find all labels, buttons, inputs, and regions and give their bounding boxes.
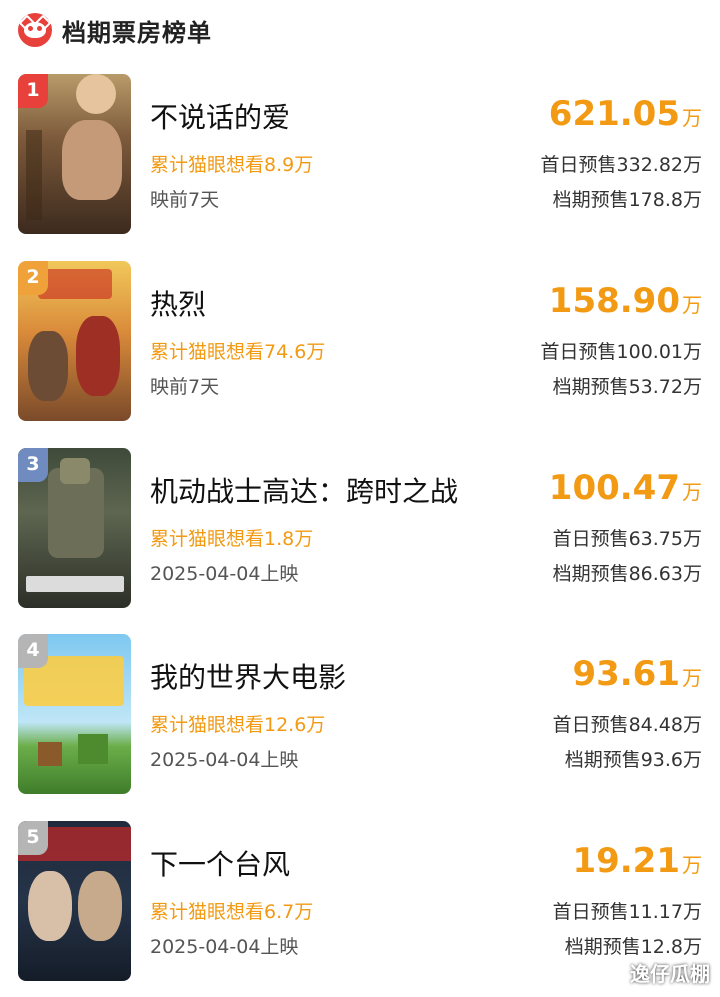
first-day-presale: 首日预售11.17万: [552, 901, 702, 923]
box-office-value: 158.90: [548, 281, 680, 321]
want-to-watch-count: 累计猫眼想看6.7万: [150, 901, 314, 923]
rank-badge: 4: [18, 634, 48, 668]
movie-item[interactable]: 2 热烈 累计猫眼想看74.6万 映前7天 158.90 万 首日预售100.0…: [18, 261, 708, 421]
release-info: 2025-04-04上映: [150, 936, 299, 958]
first-day-presale: 首日预售63.75万: [552, 528, 702, 550]
rank-badge: 2: [18, 261, 48, 295]
movie-item[interactable]: 4 我的世界大电影 累计猫眼想看12.6万 2025-04-04上映 93.61…: [18, 634, 708, 794]
want-to-watch-count: 累计猫眼想看1.8万: [150, 528, 314, 550]
release-info: 2025-04-04上映: [150, 563, 299, 585]
movie-item[interactable]: 3 机动战士高达：跨时之战 累计猫眼想看1.8万 2025-04-04上映 10…: [18, 448, 708, 608]
movie-item[interactable]: 1 不说话的爱 累计猫眼想看8.9万 映前7天 621.05 万 首日预售332…: [18, 74, 708, 234]
box-office-value: 93.61: [572, 654, 680, 694]
movie-title[interactable]: 下一个台风: [150, 843, 290, 883]
movie-title[interactable]: 热烈: [150, 283, 206, 323]
period-presale: 档期预售86.63万: [552, 563, 702, 585]
box-office: 158.90 万: [549, 281, 702, 321]
box-office-value: 100.47: [548, 468, 680, 508]
box-office-unit: 万: [682, 666, 702, 690]
box-office: 19.21 万: [572, 841, 702, 881]
want-to-watch-count: 累计猫眼想看12.6万: [150, 714, 326, 736]
box-office-unit: 万: [682, 853, 702, 877]
rank-badge: 1: [18, 74, 48, 108]
movie-title[interactable]: 我的世界大电影: [150, 656, 346, 696]
want-to-watch-count: 累计猫眼想看74.6万: [150, 341, 326, 363]
movie-title[interactable]: 机动战士高达：跨时之战: [150, 470, 458, 510]
movie-poster[interactable]: 5: [18, 821, 131, 981]
period-presale: 档期预售12.8万: [564, 936, 702, 958]
header: 档期票房榜单: [18, 10, 212, 50]
movie-poster[interactable]: 4: [18, 634, 131, 794]
first-day-presale: 首日预售84.48万: [552, 714, 702, 736]
period-presale: 档期预售178.8万: [552, 189, 702, 211]
box-office-unit: 万: [682, 293, 702, 317]
box-office: 621.05 万: [549, 94, 702, 134]
maoyan-logo-icon: [18, 13, 52, 47]
first-day-presale: 首日预售100.01万: [540, 341, 702, 363]
release-info: 2025-04-04上映: [150, 749, 299, 771]
period-presale: 档期预售93.6万: [564, 749, 702, 771]
movie-poster[interactable]: 2: [18, 261, 131, 421]
release-info: 映前7天: [150, 376, 220, 398]
want-to-watch-count: 累计猫眼想看8.9万: [150, 154, 314, 176]
first-day-presale: 首日预售332.82万: [540, 154, 702, 176]
period-presale: 档期预售53.72万: [552, 376, 702, 398]
movie-item[interactable]: 5 下一个台风 累计猫眼想看6.7万 2025-04-04上映 19.21 万 …: [18, 821, 708, 981]
rank-badge: 5: [18, 821, 48, 855]
box-office-unit: 万: [682, 480, 702, 504]
box-office-value: 621.05: [548, 94, 680, 134]
box-office: 100.47 万: [549, 468, 702, 508]
page-title: 档期票房榜单: [62, 18, 212, 47]
movie-title[interactable]: 不说话的爱: [150, 96, 290, 136]
box-office-value: 19.21: [572, 841, 680, 881]
watermark: 逸仔瓜棚: [630, 962, 710, 986]
box-office: 93.61 万: [572, 654, 702, 694]
rank-badge: 3: [18, 448, 48, 482]
box-office-unit: 万: [682, 106, 702, 130]
movie-poster[interactable]: 1: [18, 74, 131, 234]
movie-poster[interactable]: 3: [18, 448, 131, 608]
release-info: 映前7天: [150, 189, 220, 211]
